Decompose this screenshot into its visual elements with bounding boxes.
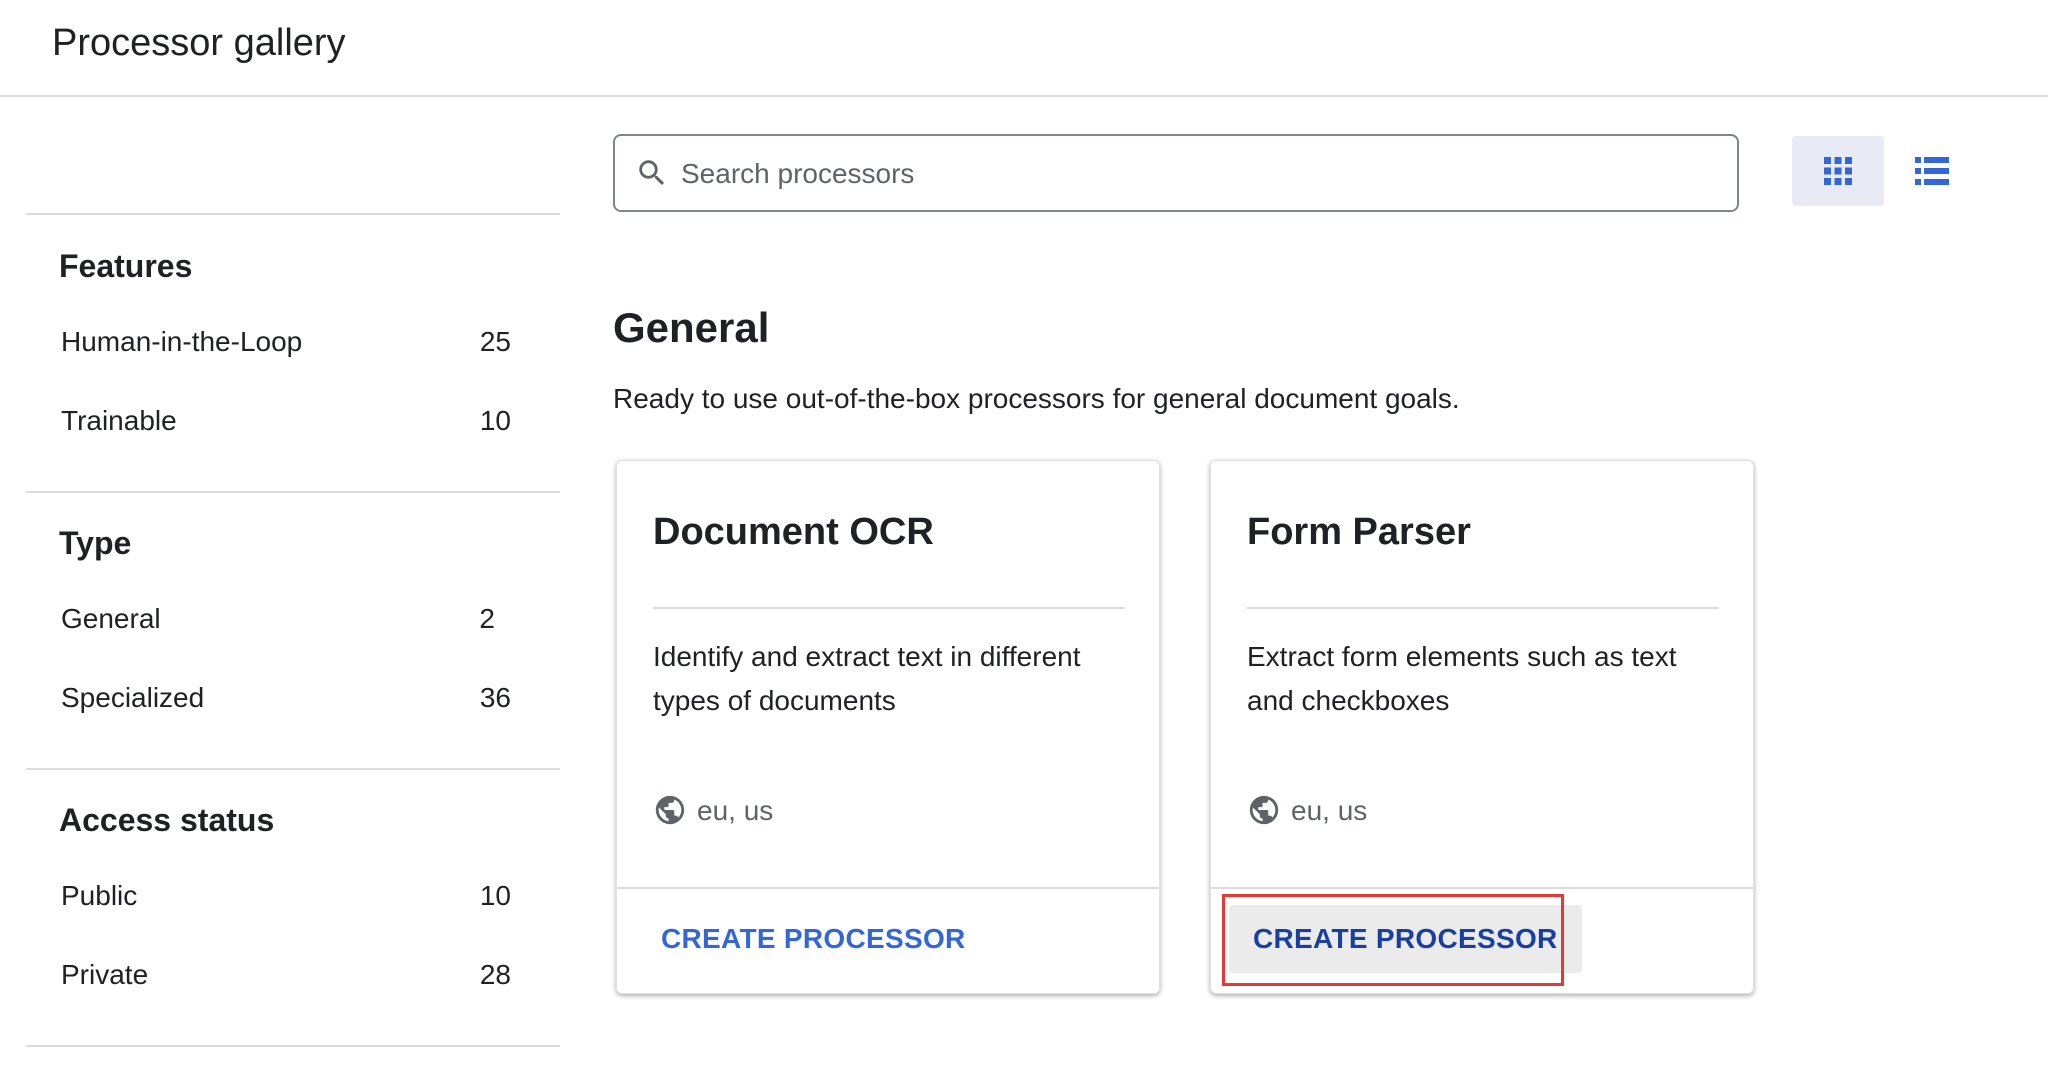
category-description: Ready to use out-of-the-box processors f… [613,383,1460,414]
section-heading-features: Features [59,248,193,284]
create-processor-button[interactable]: CREATE PROCESSOR [637,905,990,973]
card-description: Extract form elements such as text and c… [1247,641,1677,716]
search-box[interactable] [613,134,1739,212]
search-icon [639,160,665,186]
create-processor-button[interactable]: CREATE PROCESSOR [1229,905,1582,973]
processor-card-document-ocr: Document OCR Identify and extract text i… [616,460,1160,994]
list-view-icon [1915,157,1949,185]
card-divider [1247,607,1719,609]
card-footer-divider [1211,887,1753,889]
grid-view-icon [1824,157,1852,185]
filter-public[interactable]: Public [61,880,137,912]
globe-icon [655,795,685,825]
card-footer-divider [617,887,1159,889]
filter-private[interactable]: Private [61,959,148,991]
processor-card-form-parser: Form Parser Extract form elements such a… [1210,460,1754,994]
filter-count: 2 [479,603,495,634]
sidebar-divider [26,768,560,770]
filter-count: 25 [479,326,511,357]
card-description: Identify and extract text in different t… [653,641,1081,716]
section-heading-type: Type [59,525,132,561]
category-title: General [613,304,770,351]
globe-icon [1249,795,1279,825]
sidebar-divider [26,491,560,493]
region-text: eu, us [1291,795,1368,826]
card-divider [653,607,1125,609]
page-title: Processor gallery [52,22,346,64]
search-input[interactable] [679,148,1723,200]
section-heading-access-status: Access status [59,802,275,838]
filter-count: 28 [479,959,511,990]
sidebar-divider [26,1045,560,1047]
page-header: Processor gallery [0,0,2048,97]
region-text: eu, us [697,795,774,826]
filter-count: 36 [479,682,511,713]
filter-count: 10 [479,880,511,911]
list-view-button[interactable] [1884,136,1976,206]
card-title: Document OCR [653,511,934,553]
filter-human-in-the-loop[interactable]: Human-in-the-Loop [61,326,302,358]
card-title: Form Parser [1247,511,1471,553]
grid-view-button[interactable] [1792,136,1884,206]
filter-trainable[interactable]: Trainable [61,405,177,437]
sidebar-divider [26,213,560,215]
filter-count: 10 [479,405,511,436]
filter-specialized[interactable]: Specialized [61,682,204,714]
filter-general[interactable]: General [61,603,161,635]
